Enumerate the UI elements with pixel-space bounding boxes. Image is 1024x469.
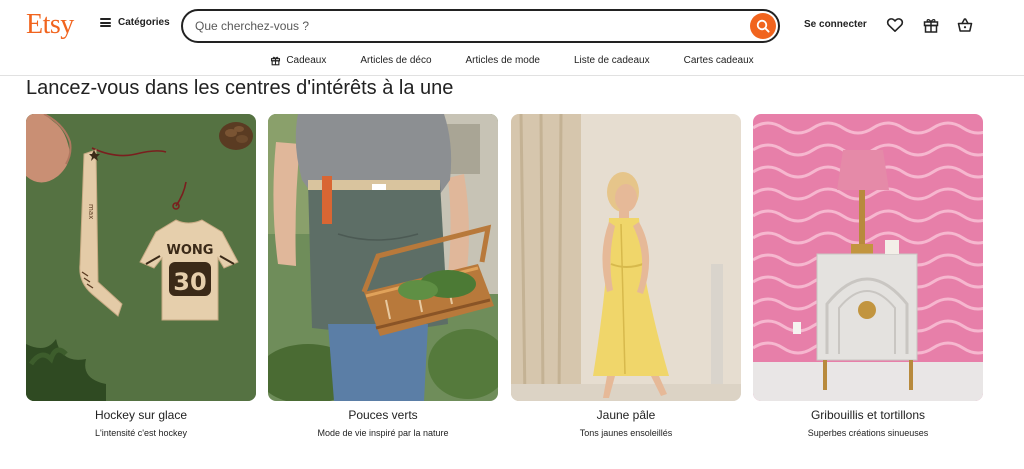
subnav: Cadeaux Articles de déco Articles de mod… <box>0 48 1024 72</box>
card-subtitle: L'intensité c'est hockey <box>95 428 187 438</box>
basket-icon <box>957 18 973 32</box>
cart-button[interactable] <box>956 16 974 34</box>
header: Etsy Catégories Se connecter <box>0 0 1024 52</box>
search-button[interactable] <box>750 13 776 39</box>
card-title: Gribouillis et tortillons <box>810 408 926 422</box>
subnav-label: Cartes cadeaux <box>683 54 754 66</box>
ornament-name: WONG <box>167 243 214 258</box>
interest-card-green-thumbs[interactable]: Pouces verts Mode de vie inspiré par la … <box>268 114 498 438</box>
menu-icon <box>100 18 111 27</box>
section-title: Lancez-vous dans les centres d'intérêts … <box>26 77 454 99</box>
signin-link[interactable]: Se connecter <box>804 19 867 30</box>
subnav-label: Liste de cadeaux <box>574 54 650 66</box>
gift-button[interactable] <box>922 16 940 34</box>
etsy-logo[interactable]: Etsy <box>26 9 74 41</box>
stick-text: max <box>87 204 95 219</box>
interest-card-hockey[interactable]: max WONG 30 Hockey sur glace L'intensité… <box>26 114 256 438</box>
card-subtitle: Tons jaunes ensoleillés <box>579 428 673 438</box>
gift-icon <box>271 56 281 65</box>
favorites-button[interactable] <box>886 16 904 34</box>
subnav-label: Articles de mode <box>465 54 540 66</box>
categories-label: Catégories <box>118 17 170 28</box>
ornament-number: 30 <box>173 268 206 296</box>
search-input[interactable] <box>195 19 735 33</box>
card-subtitle: Mode de vie inspiré par la nature <box>317 428 449 438</box>
search-bar <box>181 9 780 43</box>
subnav-item-gift-list[interactable]: Liste de cadeaux <box>557 48 667 72</box>
garden-apron-image <box>268 114 498 401</box>
interest-card-squiggles[interactable]: Gribouillis et tortillons Superbes créat… <box>753 114 983 438</box>
gift-icon <box>923 18 939 33</box>
subnav-item-decor[interactable]: Articles de déco <box>343 48 448 72</box>
search-icon <box>756 19 770 33</box>
card-subtitle: Superbes créations sinueuses <box>807 428 929 438</box>
header-divider <box>0 75 1024 76</box>
subnav-item-fashion[interactable]: Articles de mode <box>449 48 557 72</box>
squiggle-wallpaper-image <box>753 114 983 401</box>
subnav-label: Articles de déco <box>360 54 432 66</box>
card-title: Hockey sur glace <box>94 408 188 422</box>
interest-card-pale-yellow[interactable]: Jaune pâle Tons jaunes ensoleillés <box>511 114 741 438</box>
card-title: Pouces verts <box>348 408 418 422</box>
card-title: Jaune pâle <box>596 408 656 422</box>
yellow-dress-image <box>511 114 741 401</box>
subnav-item-gifts[interactable]: Cadeaux <box>253 48 343 72</box>
categories-button[interactable]: Catégories <box>100 17 170 28</box>
hockey-ornaments-image: max WONG 30 <box>26 114 256 401</box>
heart-icon <box>886 18 904 32</box>
subnav-label: Cadeaux <box>286 54 327 66</box>
subnav-item-gift-cards[interactable]: Cartes cadeaux <box>667 48 771 72</box>
